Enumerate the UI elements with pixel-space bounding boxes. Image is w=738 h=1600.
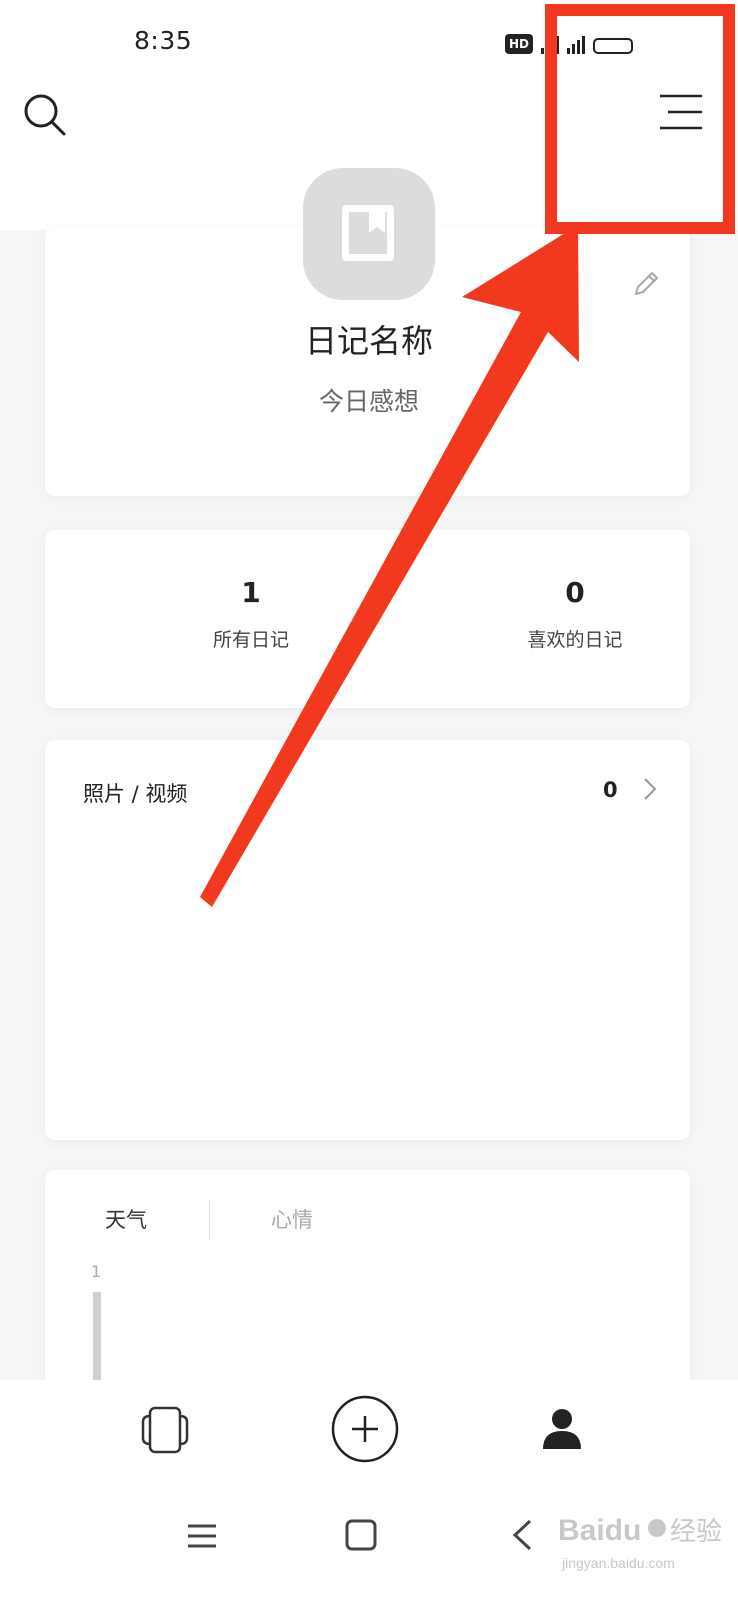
chart-ytick-label: 1 <box>91 1262 102 1281</box>
bottom-nav <box>0 1380 738 1490</box>
home-icon[interactable] <box>344 1518 378 1552</box>
stat-fav-count: 0 <box>565 576 585 609</box>
baidu-watermark-logo: Baidu 经验 jingyan.baidu.com <box>558 1514 722 1571</box>
diary-cards-icon[interactable] <box>140 1404 190 1456</box>
add-icon[interactable] <box>330 1394 400 1464</box>
annotation-highlight-box <box>545 4 735 234</box>
media-title: 照片 / 视频 <box>83 782 188 806</box>
search-icon[interactable] <box>22 92 68 138</box>
tab-mood[interactable]: 心情 <box>271 1204 313 1234</box>
pencil-icon[interactable] <box>630 268 662 300</box>
diary-name: 日记名称 <box>304 322 433 360</box>
tab-divider <box>209 1200 210 1240</box>
chevron-right-icon <box>644 778 657 800</box>
tab-weather[interactable]: 天气 <box>105 1204 147 1234</box>
media-count: 0 <box>603 778 618 802</box>
profile-icon[interactable] <box>541 1407 583 1451</box>
watermark-suffix: 经验 <box>670 1517 722 1547</box>
media-card[interactable]: 照片 / 视频 0 <box>45 740 690 1140</box>
stat-favorite-diaries[interactable]: 0 喜欢的日记 <box>465 576 685 652</box>
avatar[interactable] <box>303 168 435 300</box>
stat-all-count: 1 <box>241 576 261 609</box>
stat-all-label: 所有日记 <box>212 629 289 651</box>
watermark-url: jingyan.baidu.com <box>561 1555 675 1571</box>
stats-card: 1 所有日记 0 喜欢的日记 <box>45 530 690 708</box>
notebook-icon <box>342 205 394 261</box>
stat-fav-label: 喜欢的日记 <box>527 629 623 651</box>
back-icon[interactable] <box>510 1518 534 1552</box>
menu-icon[interactable] <box>186 1520 218 1552</box>
stat-all-diaries[interactable]: 1 所有日记 <box>141 576 361 652</box>
status-time: 8:35 <box>134 26 193 55</box>
watermark-brand: Baidu <box>558 1514 641 1547</box>
hd-badge: HD <box>505 34 534 54</box>
diary-subtitle: 今日感想 <box>318 387 419 416</box>
